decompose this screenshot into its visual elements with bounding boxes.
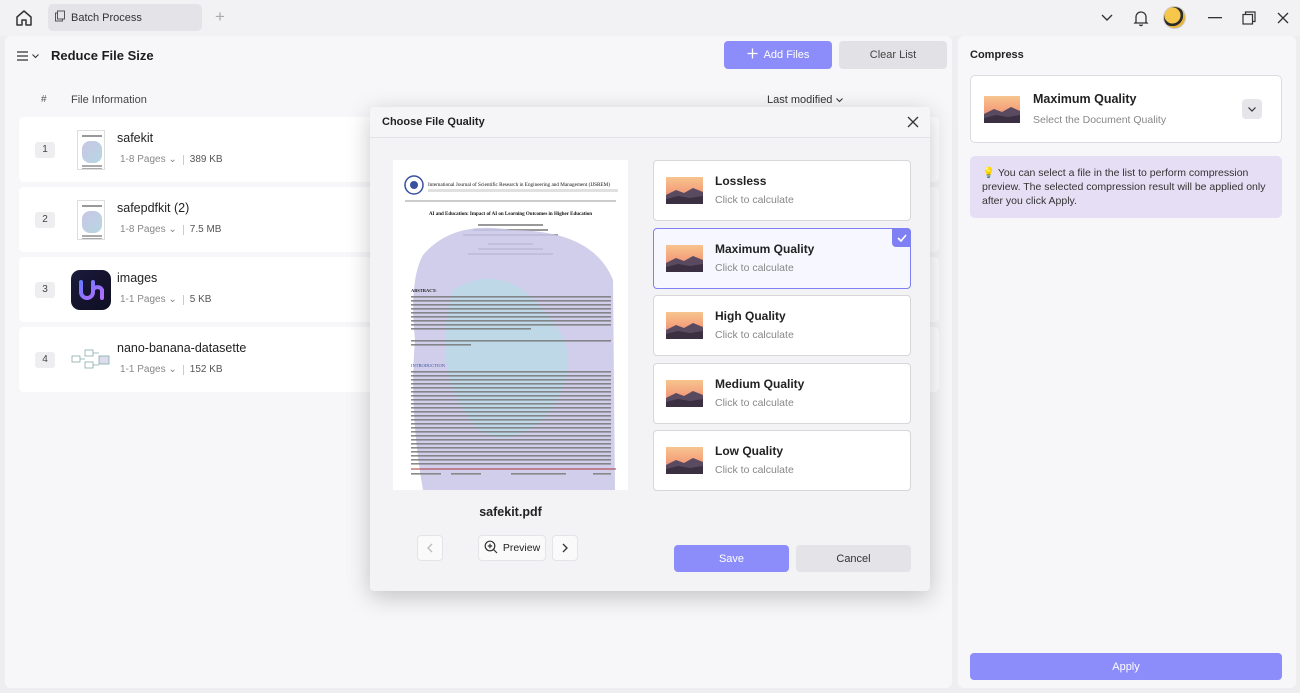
chevron-down-icon[interactable]	[1242, 99, 1262, 119]
compress-title: Compress	[970, 49, 1024, 61]
abstract-label: ABSTRACT:	[411, 288, 437, 293]
quality-option-high[interactable]: High Quality Click to calculate	[653, 295, 911, 356]
zoom-in-icon	[484, 540, 498, 557]
file-thumbnail	[71, 129, 111, 171]
sunset-thumbnail	[666, 447, 703, 474]
preview-button[interactable]: Preview	[478, 535, 546, 561]
divider	[182, 294, 184, 305]
chevron-down-icon: ⌄	[168, 224, 177, 235]
save-button[interactable]: Save	[674, 545, 789, 572]
title-bar: Batch Process +	[0, 0, 1300, 36]
clear-list-button[interactable]: Clear List	[839, 41, 947, 69]
quality-selector[interactable]: Maximum Quality Select the Document Qual…	[970, 75, 1282, 143]
user-avatar[interactable]	[1163, 6, 1186, 29]
chevron-down-icon: ⌄	[168, 154, 177, 165]
selected-quality-subtitle: Select the Document Quality	[1033, 114, 1167, 126]
file-size: 389 KB	[189, 154, 223, 165]
row-index: 1	[35, 142, 55, 158]
new-tab-plus-icon[interactable]: +	[212, 8, 228, 25]
file-name: nano-banana-datasette	[117, 341, 247, 355]
previous-page-button[interactable]	[417, 535, 443, 561]
plus-icon	[747, 48, 758, 62]
selected-quality-title: Maximum Quality	[1033, 92, 1137, 106]
page-range-dropdown[interactable]: 1-8 Pages ⌄	[120, 154, 177, 165]
row-index: 3	[35, 282, 55, 298]
page-range-dropdown[interactable]: 1-1 Pages ⌄	[120, 294, 177, 305]
row-index: 4	[35, 352, 55, 368]
file-thumbnail	[71, 339, 111, 381]
divider	[182, 224, 184, 235]
file-thumbnail	[71, 269, 111, 311]
tab-label: Batch Process	[71, 11, 142, 24]
introduction-label: INTRODUCTION	[411, 363, 446, 368]
chevron-down-icon[interactable]	[1098, 9, 1116, 27]
add-files-button[interactable]: Add Files	[724, 41, 832, 69]
divider	[182, 364, 184, 375]
quality-option-medium[interactable]: Medium Quality Click to calculate	[653, 363, 911, 424]
checkmark-icon	[892, 228, 911, 247]
cancel-button[interactable]: Cancel	[796, 545, 911, 572]
dialog-header: Choose File Quality	[370, 107, 930, 138]
document-preview: International Journal of Scientific Rese…	[393, 160, 628, 490]
compress-panel: Compress Maximum Quality Select the Docu…	[958, 36, 1296, 688]
minimize-icon[interactable]	[1206, 9, 1224, 27]
menu-icon[interactable]	[17, 48, 43, 64]
row-index: 2	[35, 212, 55, 228]
chevron-down-icon: ⌄	[168, 364, 177, 375]
sunset-thumbnail	[984, 96, 1020, 123]
journal-title: International Journal of Scientific Rese…	[428, 181, 610, 188]
file-thumbnail	[71, 199, 111, 241]
page-range-dropdown[interactable]: 1-8 Pages ⌄	[120, 224, 177, 235]
file-name: safekit	[117, 131, 154, 145]
next-page-button[interactable]	[552, 535, 578, 561]
diagram-thumbnail	[71, 349, 110, 369]
file-size: 152 KB	[189, 364, 223, 375]
bell-icon[interactable]	[1132, 9, 1150, 27]
preview-filename: safekit.pdf	[479, 505, 542, 519]
sort-dropdown[interactable]: Last modified	[767, 94, 844, 106]
chevron-down-icon: ⌄	[168, 294, 177, 305]
file-name: safepdfkit (2)	[117, 201, 190, 215]
restore-icon[interactable]	[1240, 9, 1258, 27]
chevron-down-icon	[836, 94, 844, 106]
dialog-title: Choose File Quality	[382, 116, 485, 128]
choose-file-quality-dialog: Choose File Quality International Journa…	[370, 107, 930, 591]
sunset-thumbnail	[666, 380, 703, 407]
app-logo-icon	[71, 270, 111, 310]
quality-option-maximum[interactable]: Maximum Quality Click to calculate	[653, 228, 911, 289]
compression-hint: 💡 You can select a file in the list to p…	[970, 156, 1282, 218]
file-size: 5 KB	[189, 294, 212, 305]
page-range-dropdown[interactable]: 1-1 Pages ⌄	[120, 364, 177, 375]
sunset-thumbnail	[666, 312, 703, 339]
tab-batch-process[interactable]: Batch Process	[48, 4, 202, 31]
divider	[182, 154, 184, 165]
sunset-thumbnail	[666, 177, 703, 204]
column-header-file-information: File Information	[71, 94, 147, 106]
quality-option-low[interactable]: Low Quality Click to calculate	[653, 430, 911, 491]
file-name: images	[117, 271, 158, 285]
file-size: 7.5 MB	[189, 224, 222, 235]
close-icon[interactable]	[906, 115, 920, 129]
page-title: Reduce File Size	[51, 48, 154, 63]
tab-icon	[54, 10, 66, 25]
close-window-icon[interactable]	[1274, 9, 1292, 27]
sunset-thumbnail	[666, 245, 703, 272]
apply-button[interactable]: Apply	[970, 653, 1282, 680]
lightbulb-icon: 💡	[982, 167, 996, 179]
column-header-index: #	[41, 94, 47, 105]
paper-title: AI and Education: Impact of AI on Learni…	[429, 212, 592, 217]
quality-option-lossless[interactable]: Lossless Click to calculate	[653, 160, 911, 221]
home-icon[interactable]	[14, 8, 34, 28]
